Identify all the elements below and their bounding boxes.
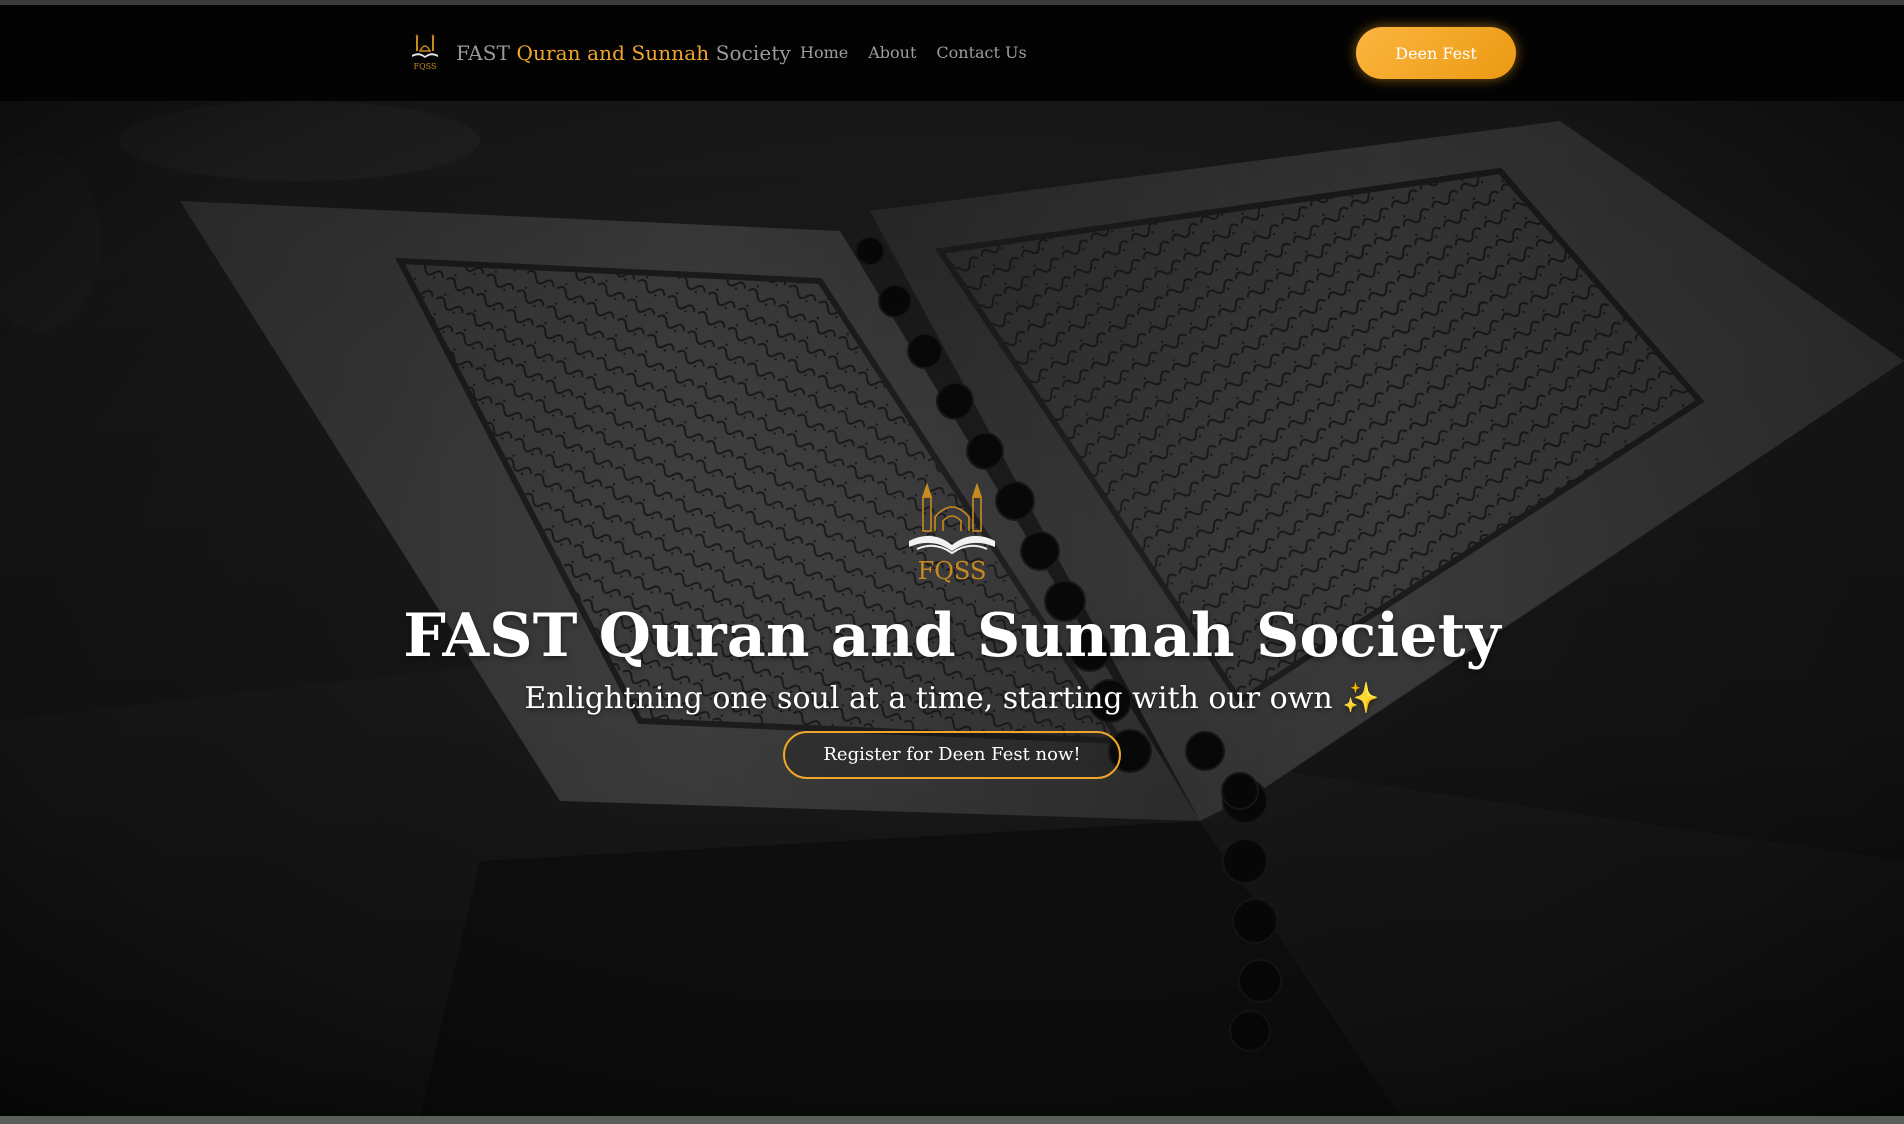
brand-logo-letters: FQSS — [414, 62, 437, 71]
hero-subtitle: Enlightning one soul at a time, starting… — [524, 681, 1380, 716]
brand-name-accent: Quran and Sunnah — [516, 41, 710, 65]
nav-link-home[interactable]: Home — [800, 43, 848, 62]
register-deen-fest-button[interactable]: Register for Deen Fest now! — [783, 731, 1121, 779]
deen-fest-button[interactable]: Deen Fest — [1356, 27, 1516, 79]
brand-link[interactable]: FQSS FAST Quran and Sunnah Society — [408, 33, 791, 73]
brand-name-suffix: Society — [715, 41, 791, 65]
fqss-hero-logo-icon: FQSS — [909, 482, 995, 585]
brand-name-prefix: FAST — [456, 41, 511, 65]
hero-title: FAST Quran and Sunnah Society — [403, 601, 1501, 671]
brand-name: FAST Quran and Sunnah Society — [456, 41, 791, 65]
hero-logo-letters: FQSS — [918, 557, 987, 585]
fqss-logo-icon: FQSS — [412, 34, 438, 71]
nav-link-about[interactable]: About — [868, 43, 916, 62]
hero-content: FQSS FAST Quran and Sunnah Society Enlig… — [0, 479, 1904, 779]
nav-link-contact-us[interactable]: Contact Us — [936, 43, 1026, 62]
navbar: FQSS FAST Quran and Sunnah Society Home … — [0, 5, 1904, 101]
window-bottom-border — [0, 1116, 1904, 1124]
hero-section: FQSS FAST Quran and Sunnah Society Enlig… — [0, 101, 1904, 1116]
main-nav: Home About Contact Us — [800, 43, 1027, 62]
